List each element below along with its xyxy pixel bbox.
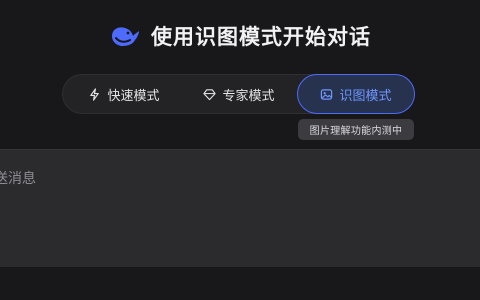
vision-mode-label: 识图模式 xyxy=(339,88,392,104)
vision-mode-tooltip: 图片理解功能内测中 xyxy=(298,119,414,140)
lightning-icon xyxy=(88,87,101,101)
expert-mode-button[interactable]: 专家模式 xyxy=(181,75,297,113)
fast-mode-label: 快速模式 xyxy=(107,88,160,104)
diamond-icon xyxy=(203,88,217,101)
welcome-title: 使用识图模式开始对话 xyxy=(151,25,371,49)
message-composer xyxy=(0,149,480,267)
message-input[interactable] xyxy=(0,167,466,191)
vision-mode-button[interactable]: 识图模式 xyxy=(297,74,415,114)
image-icon xyxy=(320,88,333,101)
fast-mode-button[interactable]: 快速模式 xyxy=(67,75,181,113)
whale-logo-icon xyxy=(109,22,141,50)
expert-mode-label: 专家模式 xyxy=(222,88,275,104)
welcome-header: 使用识图模式开始对话 xyxy=(0,18,480,54)
mode-selector: 快速模式 专家模式 识图模式 xyxy=(62,74,415,114)
chat-start-page: 使用识图模式开始对话 快速模式 专家模式 识图模式 图片理解功能内测中 送消息 xyxy=(0,0,480,300)
